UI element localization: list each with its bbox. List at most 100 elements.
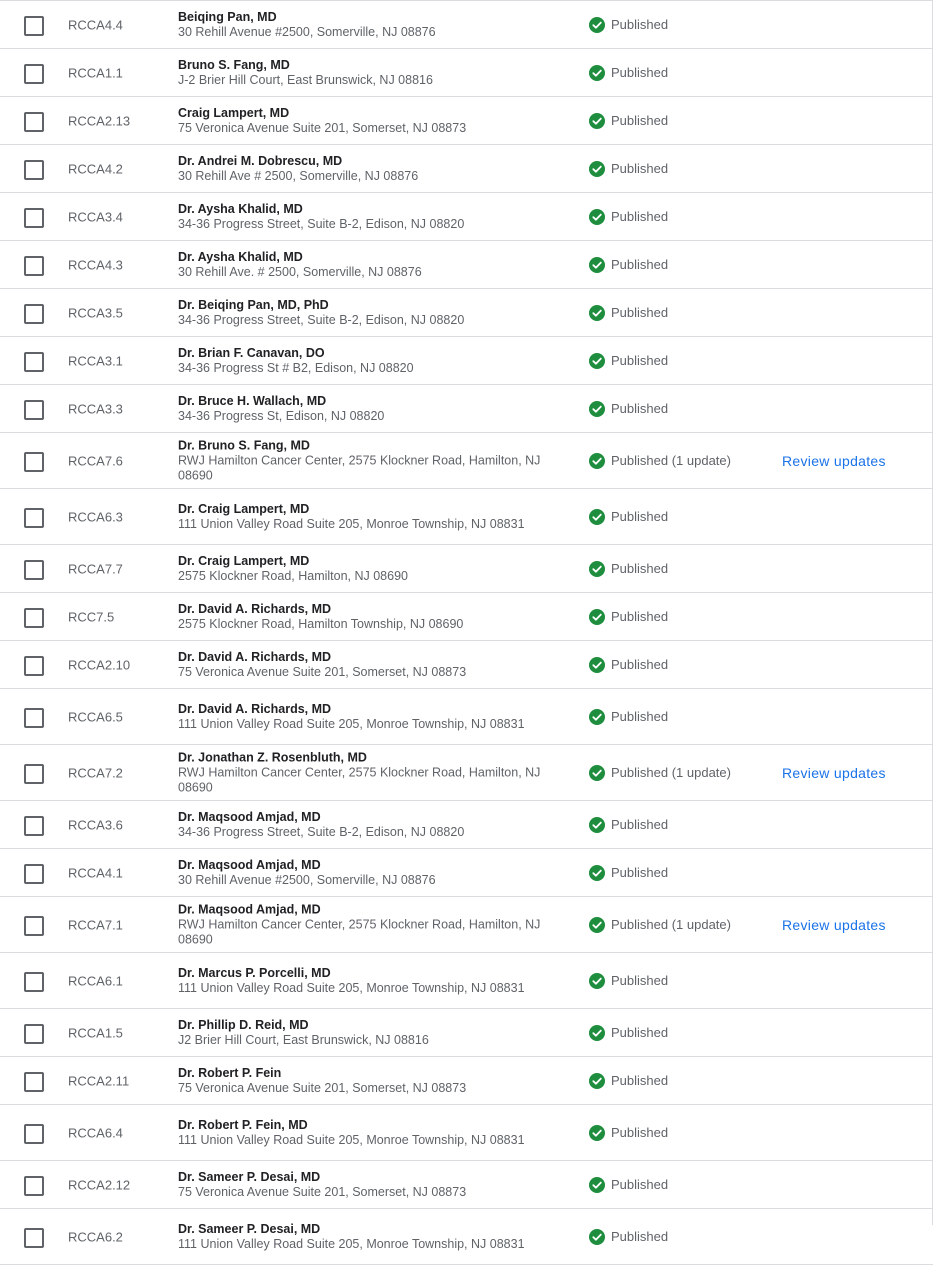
table-row-rcca7-7[interactable]: RCCA7.7 Dr. Craig Lampert, MD 2575 Klock…	[0, 545, 933, 593]
table-row-rcca4-2[interactable]: RCCA4.2 Dr. Andrei M. Dobrescu, MD 30 Re…	[0, 145, 933, 193]
location-address: 30 Rehill Avenue #2500, Somerville, NJ 0…	[178, 24, 436, 39]
row-checkbox[interactable]	[24, 815, 44, 836]
table-row-rcca3-5[interactable]: RCCA3.5 Dr. Beiqing Pan, MD, PhD 34-36 P…	[0, 289, 933, 337]
status-cell: Published (1 update)	[589, 916, 731, 933]
table-row-rcca4-4[interactable]: RCCA4.4 Beiqing Pan, MD 30 Rehill Avenue…	[0, 1, 933, 49]
table-row-rcca6-3[interactable]: RCCA6.3 Dr. Craig Lampert, MD 111 Union …	[0, 489, 933, 545]
status-cell: Published	[589, 1228, 668, 1245]
row-checkbox[interactable]	[24, 707, 44, 728]
row-checkbox[interactable]	[24, 159, 44, 180]
table-row-rcca3-3[interactable]: RCCA3.3 Dr. Bruce H. Wallach, MD 34-36 P…	[0, 385, 933, 433]
status-text: Published	[611, 865, 669, 880]
location-cell: Dr. Phillip D. Reid, MD J2 Brier Hill Co…	[178, 1018, 563, 1048]
check-circle-icon	[589, 656, 605, 673]
location-name: Dr. Bruno S. Fang, MD	[178, 438, 310, 452]
store-code: RCCA3.1	[68, 353, 123, 368]
row-checkbox[interactable]	[24, 15, 44, 36]
store-code: RCC7.5	[68, 609, 115, 624]
row-checkbox[interactable]	[24, 255, 44, 276]
table-row-rcca6-2[interactable]: RCCA6.2 Dr. Sameer P. Desai, MD 111 Unio…	[0, 1209, 933, 1265]
table-row-rcca7-1[interactable]: RCCA7.1 Dr. Maqsood Amjad, MD RWJ Hamilt…	[0, 897, 933, 953]
row-checkbox[interactable]	[24, 1123, 44, 1144]
location-address: 111 Union Valley Road Suite 205, Monroe …	[178, 980, 525, 995]
table-row-rcca7-6[interactable]: RCCA7.6 Dr. Bruno S. Fang, MD RWJ Hamilt…	[0, 433, 933, 489]
row-checkbox[interactable]	[24, 399, 44, 420]
table-row-rcca7-2[interactable]: RCCA7.2 Dr. Jonathan Z. Rosenbluth, MD R…	[0, 745, 933, 801]
table-row-rcca6-1[interactable]: RCCA6.1 Dr. Marcus P. Porcelli, MD 111 U…	[0, 953, 933, 1009]
status-cell: Published	[589, 1072, 668, 1089]
location-name: Dr. Sameer P. Desai, MD	[178, 1221, 321, 1236]
row-checkbox[interactable]	[24, 971, 44, 992]
review-updates-link[interactable]: Review updates	[782, 917, 886, 933]
location-address: 34-36 Progress St, Edison, NJ 08820	[178, 408, 385, 423]
location-name: Dr. David A. Richards, MD	[178, 649, 332, 664]
row-checkbox[interactable]	[24, 451, 44, 472]
row-checkbox[interactable]	[24, 1071, 44, 1092]
table-row-rcca4-1[interactable]: RCCA4.1 Dr. Maqsood Amjad, MD 30 Rehill …	[0, 849, 933, 897]
table-row-rcca3-1[interactable]: RCCA3.1 Dr. Brian F. Canavan, DO 34-36 P…	[0, 337, 933, 385]
check-circle-icon	[589, 708, 605, 725]
table-row-rcca1-5[interactable]: RCCA1.5 Dr. Phillip D. Reid, MD J2 Brier…	[0, 1009, 933, 1057]
table-row-rcca6-4[interactable]: RCCA6.4 Dr. Robert P. Fein, MD 111 Union…	[0, 1105, 933, 1161]
status-cell: Published	[589, 972, 668, 989]
row-checkbox[interactable]	[24, 111, 44, 132]
row-checkbox[interactable]	[24, 655, 44, 676]
location-cell: Dr. Sameer P. Desai, MD 75 Veronica Aven…	[178, 1170, 563, 1200]
row-checkbox[interactable]	[24, 351, 44, 372]
check-circle-icon	[589, 1228, 605, 1245]
table-row-rcca4-3[interactable]: RCCA4.3 Dr. Aysha Khalid, MD 30 Rehill A…	[0, 241, 933, 289]
row-checkbox[interactable]	[24, 207, 44, 228]
location-name: Craig Lampert, MD	[178, 105, 290, 120]
row-checkbox[interactable]	[24, 763, 44, 784]
row-checkbox[interactable]	[24, 507, 44, 528]
row-checkbox[interactable]	[24, 863, 44, 884]
row-checkbox[interactable]	[24, 63, 44, 84]
review-updates-link[interactable]: Review updates	[782, 765, 886, 781]
location-address: 30 Rehill Ave # 2500, Somerville, NJ 088…	[178, 168, 419, 183]
location-cell: Craig Lampert, MD 75 Veronica Avenue Sui…	[178, 106, 563, 136]
location-address: 75 Veronica Avenue Suite 201, Somerset, …	[178, 1080, 467, 1095]
location-address: 75 Veronica Avenue Suite 201, Somerset, …	[178, 664, 467, 679]
locations-list: RCCA4.4 Beiqing Pan, MD 30 Rehill Avenue…	[0, 0, 933, 1265]
table-row-rcc7-5[interactable]: RCC7.5 Dr. David A. Richards, MD 2575 Kl…	[0, 593, 933, 641]
row-checkbox[interactable]	[24, 1023, 44, 1044]
table-row-rcca2-10[interactable]: RCCA2.10 Dr. David A. Richards, MD 75 Ve…	[0, 641, 933, 689]
table-row-rcca6-5[interactable]: RCCA6.5 Dr. David A. Richards, MD 111 Un…	[0, 689, 933, 745]
check-circle-icon	[589, 208, 605, 225]
status-cell: Published (1 update)	[589, 452, 731, 469]
check-circle-icon	[589, 1124, 605, 1141]
location-cell: Dr. Brian F. Canavan, DO 34-36 Progress …	[178, 346, 563, 376]
store-code: RCCA3.4	[68, 209, 123, 224]
location-address: J2 Brier Hill Court, East Brunswick, NJ …	[178, 1032, 429, 1047]
status-cell: Published (1 update)	[589, 764, 731, 781]
table-row-rcca3-6[interactable]: RCCA3.6 Dr. Maqsood Amjad, MD 34-36 Prog…	[0, 801, 933, 849]
location-cell: Dr. Maqsood Amjad, MD 34-36 Progress Str…	[178, 810, 563, 840]
row-checkbox[interactable]	[24, 559, 44, 580]
status-text: Published	[611, 65, 669, 80]
store-code: RCCA3.3	[68, 401, 123, 416]
location-address: 34-36 Progress Street, Suite B-2, Edison…	[178, 216, 465, 231]
store-code: RCCA4.1	[68, 865, 123, 880]
table-row-rcca2-12[interactable]: RCCA2.12 Dr. Sameer P. Desai, MD 75 Vero…	[0, 1161, 933, 1209]
table-row-rcca1-1[interactable]: RCCA1.1 Bruno S. Fang, MD J-2 Brier Hill…	[0, 49, 933, 97]
check-circle-icon	[589, 64, 605, 81]
row-checkbox[interactable]	[24, 1227, 44, 1248]
table-row-rcca2-11[interactable]: RCCA2.11 Dr. Robert P. Fein 75 Veronica …	[0, 1057, 933, 1105]
status-text: Published	[611, 817, 669, 832]
location-name: Beiqing Pan, MD	[178, 9, 277, 24]
store-code: RCCA2.12	[68, 1177, 131, 1192]
location-name: Dr. Maqsood Amjad, MD	[178, 809, 321, 824]
row-checkbox[interactable]	[24, 915, 44, 936]
location-address: 75 Veronica Avenue Suite 201, Somerset, …	[178, 120, 467, 135]
location-cell: Dr. Marcus P. Porcelli, MD 111 Union Val…	[178, 966, 563, 996]
store-code: RCCA2.13	[68, 113, 131, 128]
status-cell: Published	[589, 1024, 668, 1041]
row-checkbox[interactable]	[24, 607, 44, 628]
table-row-rcca2-13[interactable]: RCCA2.13 Craig Lampert, MD 75 Veronica A…	[0, 97, 933, 145]
check-circle-icon	[589, 112, 605, 129]
status-cell: Published	[589, 816, 669, 833]
table-row-rcca3-4[interactable]: RCCA3.4 Dr. Aysha Khalid, MD 34-36 Progr…	[0, 193, 933, 241]
review-updates-link[interactable]: Review updates	[782, 453, 886, 469]
row-checkbox[interactable]	[24, 1175, 44, 1196]
row-checkbox[interactable]	[24, 303, 44, 324]
